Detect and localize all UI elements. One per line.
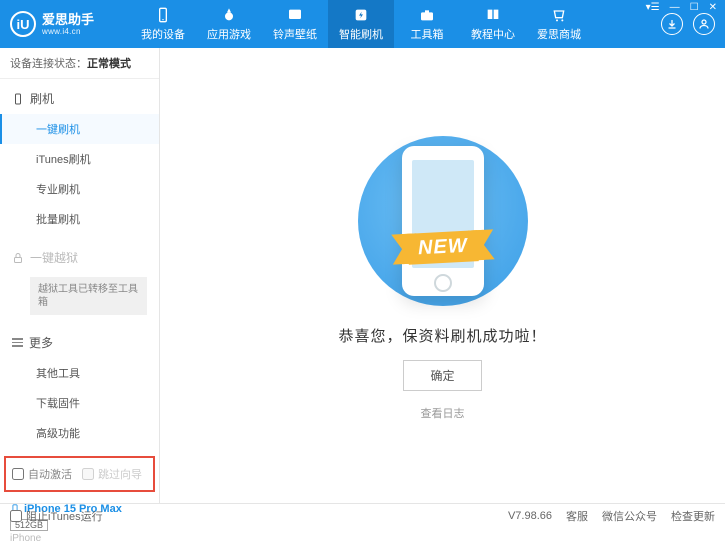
toolbox-icon [418,7,436,23]
nav-toolbox[interactable]: 工具箱 [394,0,460,48]
sidebar-item-download-firmware[interactable]: 下载固件 [0,388,159,418]
minimize-icon[interactable]: — [666,0,684,15]
window-controls: ▾☰ — ☐ ✕ [642,0,721,15]
main-content: NEW 恭喜您，保资料刷机成功啦！ 确定 查看日志 [160,48,725,503]
skip-guide-checkbox[interactable]: 跳过向导 [82,466,142,482]
nav-apps[interactable]: 应用游戏 [196,0,262,48]
new-ribbon: NEW [407,230,478,265]
wechat-link[interactable]: 微信公众号 [602,508,657,524]
sidebar-item-onekey-flash[interactable]: 一键刷机 [0,114,159,144]
phone-small-icon [12,93,24,105]
image-icon [286,7,304,23]
lock-icon [12,252,24,264]
options-highlight-box: 自动激活 跳过向导 [4,456,155,492]
check-update-link[interactable]: 检查更新 [671,508,715,524]
ok-button[interactable]: 确定 [403,360,481,391]
sidebar-item-itunes-flash[interactable]: iTunes刷机 [0,144,159,174]
view-log-link[interactable]: 查看日志 [421,405,465,421]
sidebar-section-more[interactable]: 更多 [0,327,159,358]
nav-flash[interactable]: 智能刷机 [328,0,394,48]
nav-tutorial[interactable]: 教程中心 [460,0,526,48]
sidebar: 设备连接状态：正常模式 刷机 一键刷机 iTunes刷机 专业刷机 批量刷机 一… [0,48,160,503]
nav-my-device[interactable]: 我的设备 [130,0,196,48]
logo: iU 爱思助手 www.i4.cn [10,11,130,37]
sidebar-section-flash[interactable]: 刷机 [0,83,159,114]
sidebar-jailbreak-notice: 越狱工具已转移至工具箱 [30,277,147,315]
app-icon [220,7,238,23]
block-itunes-checkbox[interactable]: 阻止iTunes运行 [10,508,103,524]
sidebar-item-other-tools[interactable]: 其他工具 [0,358,159,388]
nav-ringtone[interactable]: 铃声壁纸 [262,0,328,48]
menu-icon[interactable]: ▾☰ [642,0,664,15]
auto-activate-checkbox[interactable]: 自动激活 [12,466,72,482]
connection-status: 设备连接状态：正常模式 [0,48,159,79]
phone-icon [154,7,172,23]
support-link[interactable]: 客服 [566,508,588,524]
user-button[interactable] [693,13,715,35]
hamburger-icon [12,336,23,349]
success-message: 恭喜您，保资料刷机成功啦！ [338,325,546,346]
version-label: V7.98.66 [508,510,552,522]
app-title: 爱思助手 [42,13,94,26]
sidebar-item-batch-flash[interactable]: 批量刷机 [0,204,159,234]
flash-icon [352,7,370,23]
book-icon [484,7,502,23]
nav-store[interactable]: 爱思商城 [526,0,592,48]
sidebar-item-advanced[interactable]: 高级功能 [0,418,159,448]
sidebar-section-jailbreak: 一键越狱 [0,242,159,273]
top-nav: 我的设备 应用游戏 铃声壁纸 智能刷机 工具箱 教程中心 爱思商城 [130,0,661,48]
close-icon[interactable]: ✕ [705,0,721,15]
device-type: iPhone [10,533,149,544]
success-illustration: NEW [358,131,528,311]
download-button[interactable] [661,13,683,35]
sidebar-item-pro-flash[interactable]: 专业刷机 [0,174,159,204]
logo-icon: iU [10,11,36,37]
maximize-icon[interactable]: ☐ [686,0,703,15]
app-subtitle: www.i4.cn [42,28,94,36]
cart-icon [550,7,568,23]
